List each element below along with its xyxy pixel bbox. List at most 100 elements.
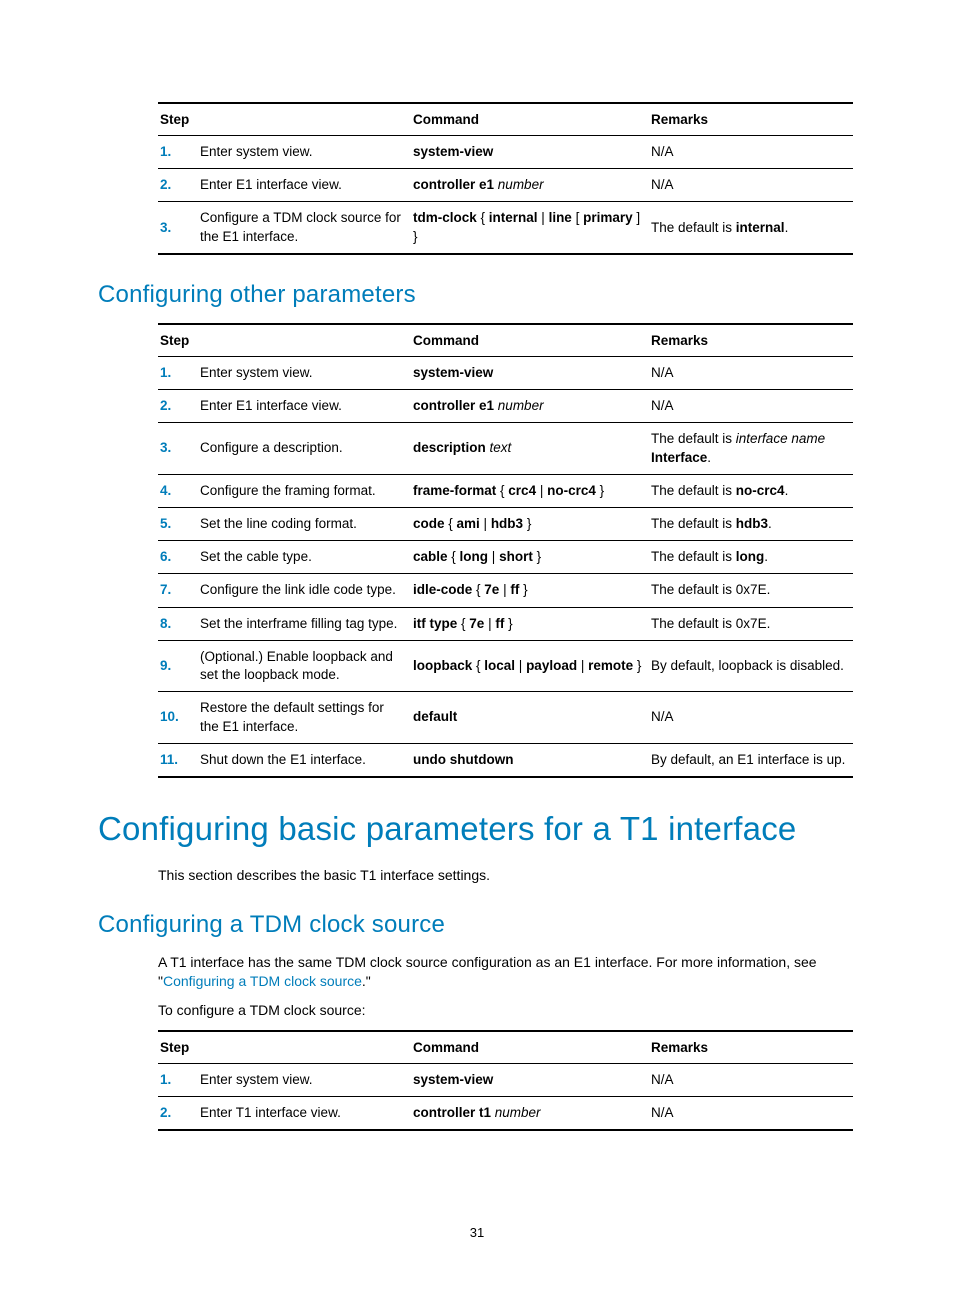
bold-text: controller e1 <box>413 398 494 413</box>
bold-text: long <box>460 549 489 564</box>
remarks-cell: The default is 0x7E. <box>649 574 853 607</box>
table-row: 8.Set the interframe filling tag type.it… <box>158 607 853 640</box>
bold-text: internal <box>736 220 785 235</box>
bold-text: description <box>413 440 486 455</box>
step-number: 5. <box>158 507 198 540</box>
remarks-cell: The default is internal. <box>649 202 853 254</box>
step-description: Enter system view. <box>198 1063 411 1096</box>
table-e1-tdm-clock: Step Command Remarks 1.Enter system view… <box>158 102 853 255</box>
th-command: Command <box>411 103 649 136</box>
command-cell: system-view <box>411 136 649 169</box>
page-number: 31 <box>0 1225 954 1240</box>
bold-text: short <box>499 549 533 564</box>
bold-text: remote <box>588 658 633 673</box>
bold-text: crc4 <box>508 483 536 498</box>
th-command: Command <box>411 324 649 357</box>
table-header-row: Step Command Remarks <box>158 324 853 357</box>
remarks-cell: The default is 0x7E. <box>649 607 853 640</box>
step-number: 3. <box>158 423 198 474</box>
step-description: Set the interframe filling tag type. <box>198 607 411 640</box>
step-number: 11. <box>158 743 198 777</box>
table-t1-tdm-clock: Step Command Remarks 1.Enter system view… <box>158 1030 853 1131</box>
italic-text: number <box>495 1105 541 1120</box>
step-number: 9. <box>158 640 198 691</box>
italic-text: number <box>498 177 544 192</box>
step-number: 1. <box>158 356 198 389</box>
th-remarks: Remarks <box>649 1031 853 1064</box>
step-description: Configure the link idle code type. <box>198 574 411 607</box>
step-number: 4. <box>158 474 198 507</box>
th-remarks: Remarks <box>649 324 853 357</box>
table-e1-other-params: Step Command Remarks 1.Enter system view… <box>158 323 853 778</box>
bold-text: tdm-clock <box>413 210 477 225</box>
table-row: 2.Enter E1 interface view.controller e1 … <box>158 390 853 423</box>
italic-text: number <box>498 398 544 413</box>
paragraph-t1-intro: This section describes the basic T1 inte… <box>158 866 856 885</box>
step-number: 2. <box>158 390 198 423</box>
command-cell: frame-format { crc4 | no-crc4 } <box>411 474 649 507</box>
table-row: 11.Shut down the E1 interface.undo shutd… <box>158 743 853 777</box>
remarks-cell: N/A <box>649 390 853 423</box>
table-row: 2.Enter E1 interface view.controller e1 … <box>158 169 853 202</box>
th-step: Step <box>158 103 411 136</box>
table-row: 3.Configure a description.description te… <box>158 423 853 474</box>
italic-text: interface name <box>736 431 825 446</box>
step-number: 7. <box>158 574 198 607</box>
command-cell: cable { long | short } <box>411 541 649 574</box>
link-config-tdm-clock[interactable]: Configuring a TDM clock source <box>163 973 362 989</box>
heading-tdm-clock-t1: Configuring a TDM clock source <box>98 911 856 939</box>
table-row: 2.Enter T1 interface view.controller t1 … <box>158 1096 853 1130</box>
command-cell: system-view <box>411 1063 649 1096</box>
text: ." <box>362 973 371 989</box>
bold-text: local <box>484 658 515 673</box>
step-description: Enter system view. <box>198 356 411 389</box>
bold-text: no-crc4 <box>547 483 596 498</box>
command-cell: itf type { 7e | ff } <box>411 607 649 640</box>
command-cell: controller t1 number <box>411 1096 649 1130</box>
command-cell: undo shutdown <box>411 743 649 777</box>
step-number: 1. <box>158 1063 198 1096</box>
bold-text: internal <box>489 210 538 225</box>
th-step: Step <box>158 324 411 357</box>
command-cell: description text <box>411 423 649 474</box>
table-row: 4.Configure the framing format.frame-for… <box>158 474 853 507</box>
table-row: 1.Enter system view.system-viewN/A <box>158 136 853 169</box>
bold-text: system-view <box>413 1072 493 1087</box>
remarks-cell: N/A <box>649 136 853 169</box>
bold-text: system-view <box>413 365 493 380</box>
command-cell: default <box>411 692 649 743</box>
bold-text: default <box>413 709 457 724</box>
remarks-cell: N/A <box>649 356 853 389</box>
step-description: Configure a TDM clock source for the E1 … <box>198 202 411 254</box>
table-row: 6.Set the cable type.cable { long | shor… <box>158 541 853 574</box>
command-cell: controller e1 number <box>411 169 649 202</box>
bold-text: ff <box>495 616 504 631</box>
paragraph-tdm-to-configure: To configure a TDM clock source: <box>158 1001 856 1020</box>
command-cell: loopback { local | payload | remote } <box>411 640 649 691</box>
bold-text: code <box>413 516 445 531</box>
step-description: Restore the default settings for the E1 … <box>198 692 411 743</box>
bold-text: ff <box>510 582 519 597</box>
step-description: Enter E1 interface view. <box>198 390 411 423</box>
table-row: 1.Enter system view.system-viewN/A <box>158 1063 853 1096</box>
bold-text: primary <box>583 210 633 225</box>
paragraph-tdm-info: A T1 interface has the same TDM clock so… <box>158 953 856 991</box>
page: Step Command Remarks 1.Enter system view… <box>0 0 954 1296</box>
remarks-cell: The default is hdb3. <box>649 507 853 540</box>
bold-text: undo shutdown <box>413 752 513 767</box>
command-cell: tdm-clock { internal | line [ primary ] … <box>411 202 649 254</box>
step-description: Enter system view. <box>198 136 411 169</box>
table-row: 7.Configure the link idle code type.idle… <box>158 574 853 607</box>
step-description: Shut down the E1 interface. <box>198 743 411 777</box>
th-step: Step <box>158 1031 411 1064</box>
remarks-cell: By default, an E1 interface is up. <box>649 743 853 777</box>
remarks-cell: The default is interface name Interface. <box>649 423 853 474</box>
table-row: 1.Enter system view.system-view N/A <box>158 356 853 389</box>
step-number: 2. <box>158 169 198 202</box>
step-number: 10. <box>158 692 198 743</box>
command-cell: system-view <box>411 356 649 389</box>
step-number: 2. <box>158 1096 198 1130</box>
bold-text: 7e <box>484 582 499 597</box>
table-row: 5.Set the line coding format.code { ami … <box>158 507 853 540</box>
bold-text: frame-format <box>413 483 496 498</box>
